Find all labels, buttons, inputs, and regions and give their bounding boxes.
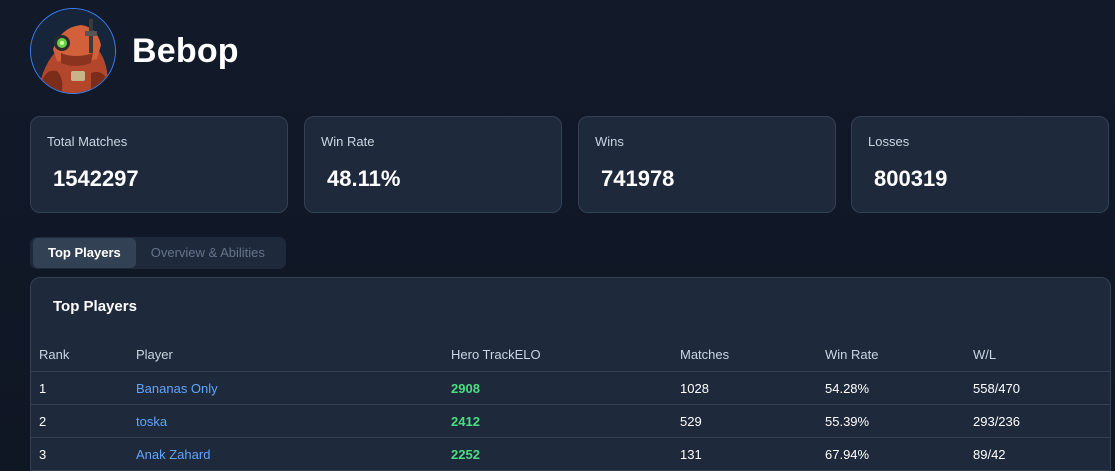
- wl-cell: 89/42: [973, 447, 1006, 462]
- win-rate-cell: 55.39%: [825, 414, 870, 429]
- stat-label: Total Matches: [47, 134, 128, 149]
- bebop-robot-icon: [31, 9, 115, 93]
- hero-avatar: [30, 8, 116, 94]
- win-rate-cell: 67.94%: [825, 447, 870, 462]
- stat-card-win-rate: Win Rate 48.11%: [304, 116, 562, 213]
- top-players-table: Rank Player Hero TrackELO Matches Win Ra…: [31, 338, 1110, 471]
- stat-card-total-matches: Total Matches 1542297: [30, 116, 288, 213]
- tab-overview-abilities[interactable]: Overview & Abilities: [136, 238, 280, 268]
- stat-value: 1542297: [53, 166, 139, 191]
- wl-cell: 293/236: [973, 414, 1020, 429]
- table-row: 1 Bananas Only 2908 1028 54.28% 558/470: [31, 372, 1110, 405]
- tab-top-players[interactable]: Top Players: [33, 238, 136, 268]
- table-row: 2 toska 2412 529 55.39% 293/236: [31, 405, 1110, 438]
- win-rate-cell: 54.28%: [825, 381, 870, 396]
- stat-card-wins: Wins 741978: [578, 116, 836, 213]
- elo-cell: 2252: [451, 447, 480, 462]
- column-header-win-rate[interactable]: Win Rate: [825, 338, 878, 371]
- top-players-panel: Top Players Rank Player Hero TrackELO Ma…: [30, 277, 1111, 471]
- player-link[interactable]: toska: [136, 405, 167, 438]
- tab-bar: Top Players Overview & Abilities: [30, 237, 286, 269]
- column-header-wl[interactable]: W/L: [973, 338, 996, 371]
- panel-title: Top Players: [53, 298, 137, 315]
- player-link[interactable]: Bananas Only: [136, 372, 218, 405]
- matches-cell: 529: [680, 414, 702, 429]
- matches-cell: 1028: [680, 381, 709, 396]
- stat-card-losses: Losses 800319: [851, 116, 1109, 213]
- stat-value: 800319: [874, 166, 948, 191]
- stat-label: Win Rate: [321, 134, 375, 149]
- player-link[interactable]: Anak Zahard: [136, 438, 210, 471]
- rank-cell: 3: [39, 447, 47, 462]
- rank-cell: 2: [39, 414, 47, 429]
- stat-value: 48.11%: [327, 166, 401, 191]
- stat-label: Wins: [595, 134, 624, 149]
- table-row: 3 Anak Zahard 2252 131 67.94% 89/42: [31, 438, 1110, 471]
- column-header-matches[interactable]: Matches: [680, 338, 729, 371]
- hero-page: Bebop Total Matches 1542297 Win Rate 48.…: [0, 0, 1115, 471]
- elo-cell: 2412: [451, 414, 480, 429]
- stat-label: Losses: [868, 134, 910, 149]
- column-header-player[interactable]: Player: [136, 338, 173, 371]
- stat-value: 741978: [601, 166, 675, 191]
- hero-header: Bebop: [30, 8, 239, 94]
- column-header-rank[interactable]: Rank: [39, 338, 69, 371]
- column-header-elo[interactable]: Hero TrackELO: [451, 338, 541, 371]
- rank-cell: 1: [39, 381, 47, 396]
- stats-row: Total Matches 1542297 Win Rate 48.11% Wi…: [30, 116, 1110, 215]
- wl-cell: 558/470: [973, 381, 1020, 396]
- hero-name: Bebop: [132, 31, 239, 70]
- matches-cell: 131: [680, 447, 702, 462]
- table-header-row: Rank Player Hero TrackELO Matches Win Ra…: [31, 338, 1110, 372]
- elo-cell: 2908: [451, 381, 480, 396]
